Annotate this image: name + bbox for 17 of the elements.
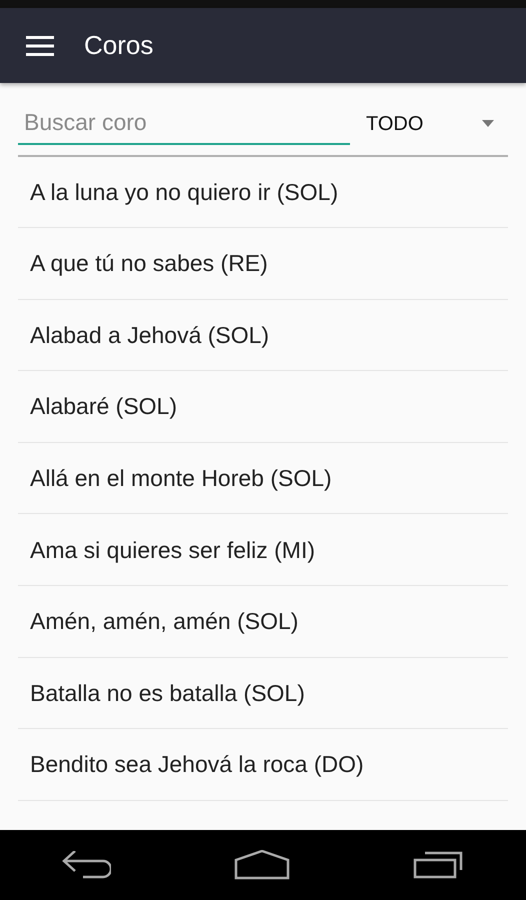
menu-icon[interactable]	[26, 34, 54, 56]
filter-dropdown[interactable]: TODO	[366, 108, 508, 139]
song-title[interactable]: Ama si quieres ser feliz (MI)	[30, 532, 316, 568]
song-title[interactable]: A que tú no sabes (RE)	[30, 246, 268, 281]
recent-apps-icon[interactable]	[412, 851, 465, 879]
song-title[interactable]: Allá en el monte Horeb (SOL)	[30, 460, 332, 496]
song-title[interactable]: A la luna yo no quiero ir (SOL)	[30, 174, 338, 210]
song-title[interactable]: Bendito sea Jehová la roca (DO)	[30, 747, 364, 782]
search-field[interactable]: Buscar coro	[18, 103, 350, 144]
song-title[interactable]: Amén, amén, amén (SOL)	[30, 604, 298, 639]
song-title[interactable]: Alabaré (SOL)	[30, 389, 178, 424]
toolbar-title: Coros	[84, 29, 154, 62]
song-title[interactable]: Alabad a Jehová (SOL)	[30, 318, 270, 352]
home-icon[interactable]	[234, 850, 290, 880]
back-icon[interactable]	[61, 851, 112, 879]
caret-icon	[482, 120, 494, 128]
song-title[interactable]: Batalla no es batalla (SOL)	[30, 676, 305, 710]
